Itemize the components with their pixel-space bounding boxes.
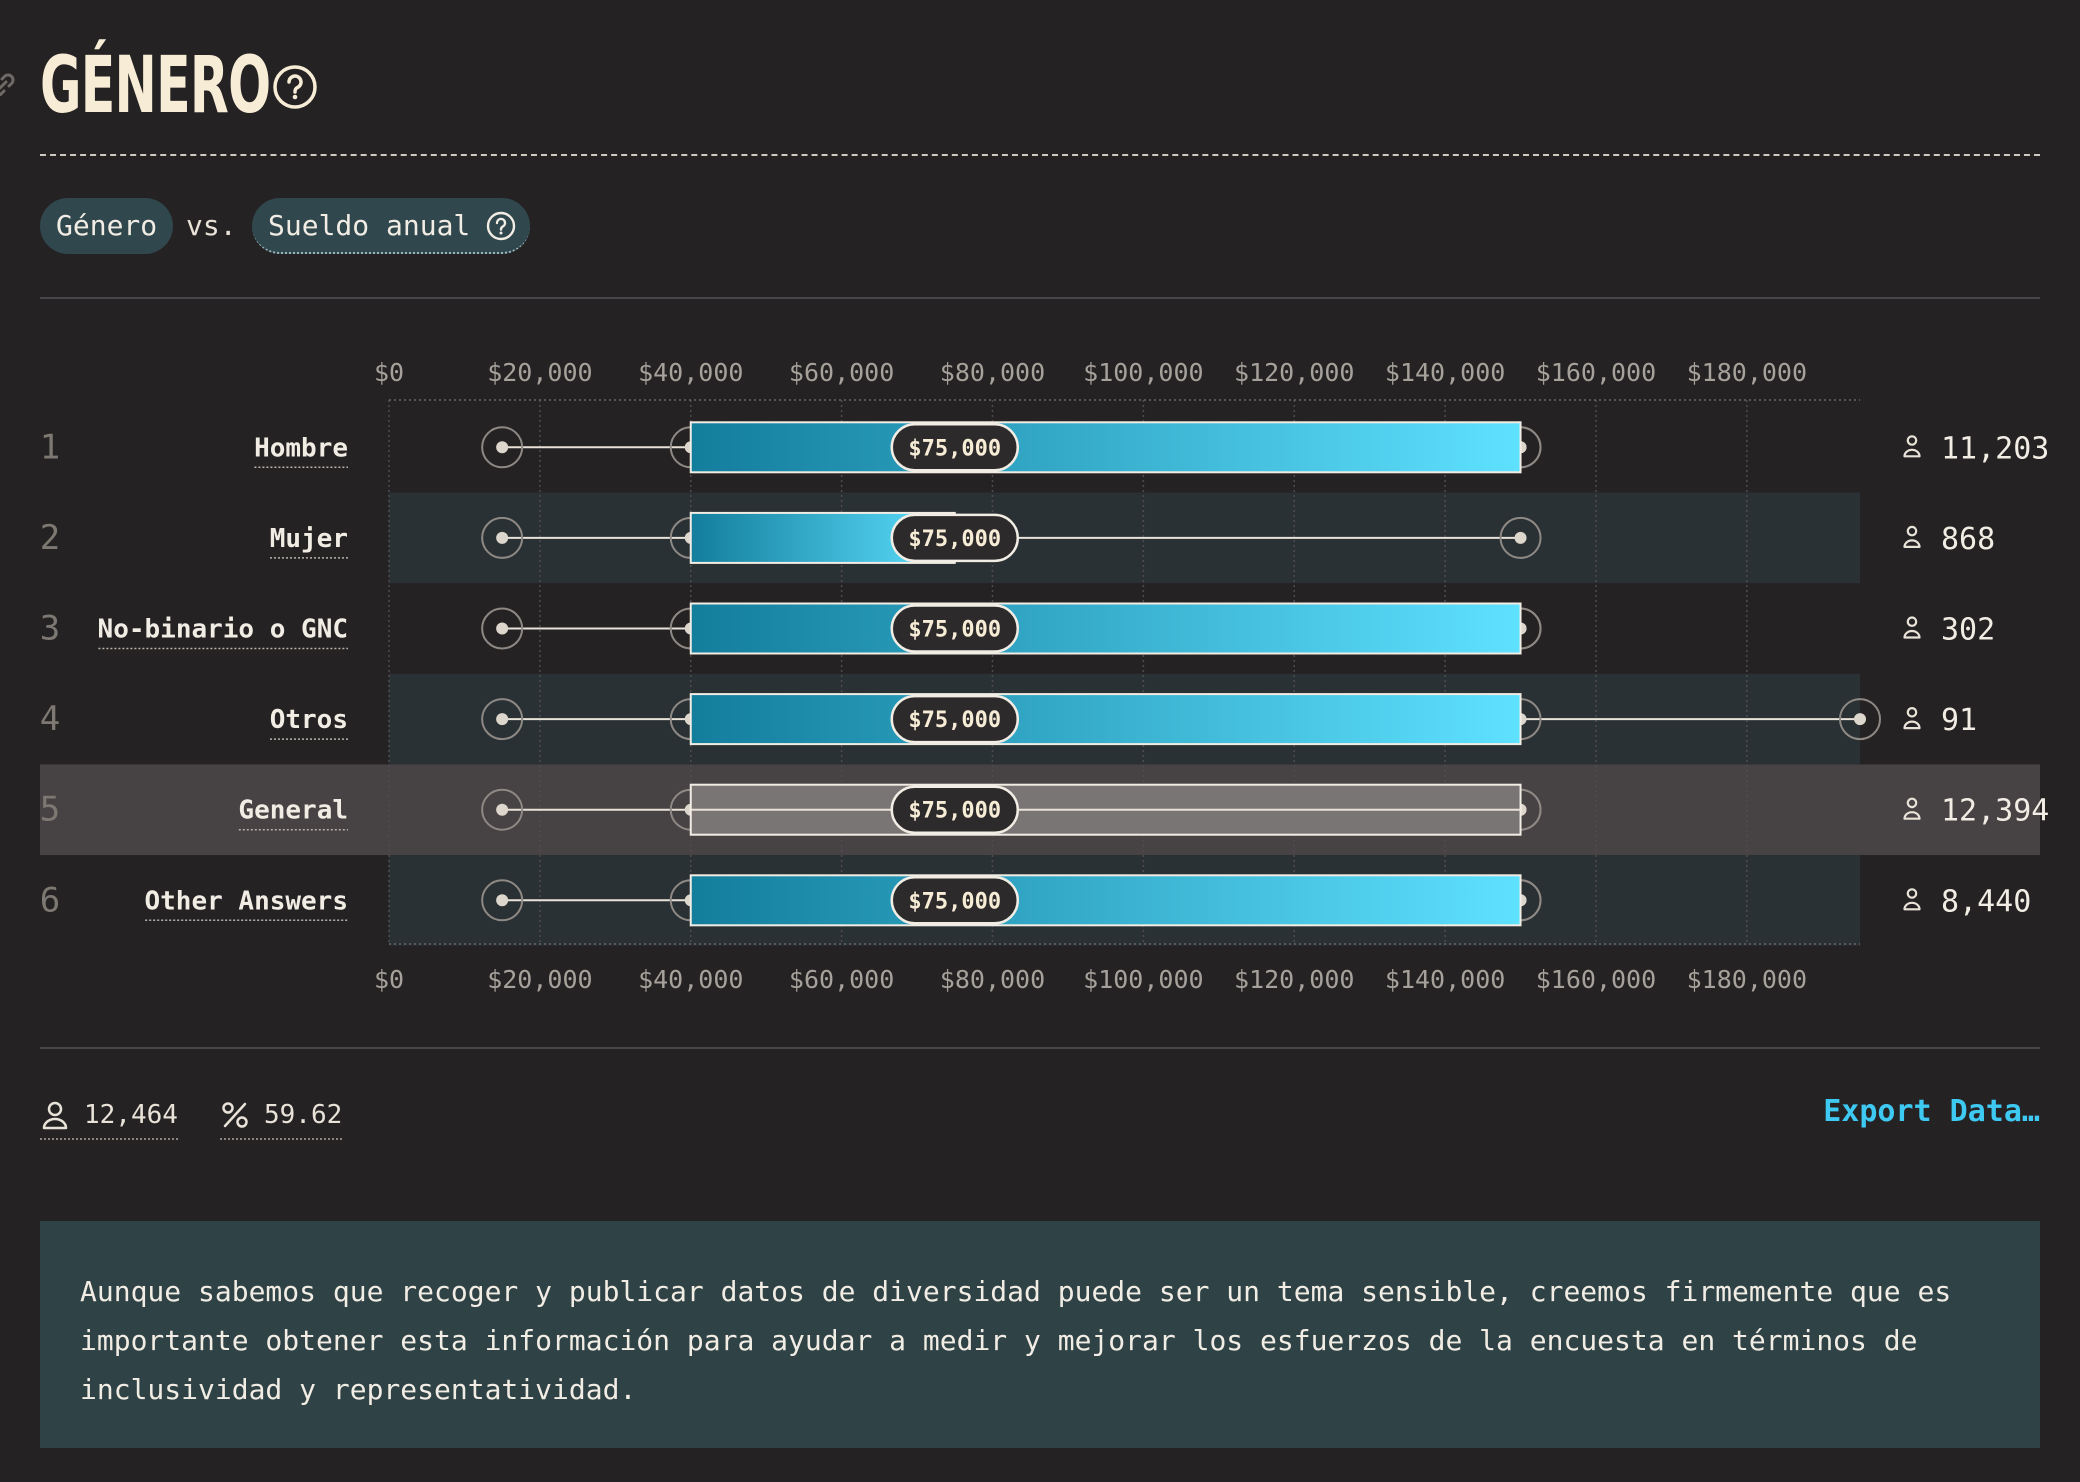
- x-tick-label-bottom: $100,000: [1083, 965, 1203, 994]
- respondent-count[interactable]: 12,464: [40, 1092, 178, 1140]
- page-title: GÉNERO: [40, 41, 271, 131]
- person-icon: [1903, 616, 1921, 639]
- x-tick-label-bottom: $80,000: [940, 965, 1045, 994]
- median-label: $75,000: [908, 436, 1001, 461]
- vs-label: vs.: [186, 209, 237, 242]
- person-icon-shape: [1903, 616, 1921, 639]
- row-rank: 1: [40, 427, 60, 467]
- x-tick-label-bottom: $160,000: [1536, 965, 1656, 994]
- diversity-note-text: Aunque sabemos que recoger y publicar da…: [80, 1275, 1952, 1406]
- median-label: $75,000: [908, 799, 1001, 824]
- category-label[interactable]: General: [238, 796, 348, 826]
- variable-chip-salary-label: Sueldo anual: [268, 209, 471, 242]
- person-icon-shape: [1903, 435, 1921, 458]
- category-label[interactable]: No-binario o GNC: [98, 615, 348, 645]
- median-label: $75,000: [908, 527, 1001, 552]
- median-label: $75,000: [908, 618, 1001, 643]
- median-label: $75,000: [908, 708, 1001, 733]
- iqr-bar[interactable]: [689, 602, 1522, 655]
- person-icon: [1903, 888, 1921, 911]
- x-tick-label-top: $0: [374, 358, 404, 387]
- response-percentage-value: 59.62: [264, 1100, 343, 1130]
- row-count: 868: [1941, 522, 1995, 557]
- diversity-note: Aunque sabemos que recoger y publicar da…: [40, 1221, 2040, 1448]
- person-icon-shape: [1903, 888, 1921, 911]
- title-divider: [40, 154, 2040, 156]
- median-label: $75,000: [908, 889, 1001, 914]
- x-tick-label-bottom: $60,000: [789, 965, 894, 994]
- x-tick-label-top: $160,000: [1536, 358, 1656, 387]
- category-label[interactable]: Mujer: [270, 524, 348, 554]
- chart-row: 3 No-binario o GNC $75,000 302: [40, 602, 1995, 655]
- row-count: 11,203: [1941, 431, 2049, 466]
- salary-by-gender-chart: $0 $0 $20,000 $20,000 $40,000 $40,000 $60,000 $…: [40, 358, 2050, 994]
- whisker-endpoint-dot: [1514, 531, 1527, 544]
- whisker-endpoint-dot: [496, 713, 509, 726]
- help-icon[interactable]: [272, 64, 318, 110]
- row-rank: 2: [40, 518, 60, 558]
- chart-divider: [40, 1047, 2040, 1049]
- x-tick-label-top: $100,000: [1083, 358, 1203, 387]
- x-tick-label-bottom: $180,000: [1687, 965, 1807, 994]
- response-percentage[interactable]: 59.62: [220, 1092, 343, 1140]
- row-count: 91: [1941, 703, 1977, 738]
- row-count: 8,440: [1941, 884, 2031, 919]
- anchor-link-icon[interactable]: [0, 70, 18, 100]
- row-count: 12,394: [1941, 794, 2049, 829]
- iqr-bar[interactable]: [689, 421, 1522, 474]
- x-tick-label-bottom: $20,000: [487, 965, 592, 994]
- help-icon[interactable]: [486, 211, 516, 241]
- x-tick-label-top: $80,000: [940, 358, 1045, 387]
- person-icon: [1903, 435, 1921, 458]
- iqr-bar[interactable]: [689, 693, 1522, 746]
- x-tick-label-bottom: $140,000: [1385, 965, 1505, 994]
- whisker-endpoint-dot: [496, 441, 509, 454]
- respondent-count-value: 12,464: [84, 1100, 178, 1130]
- x-tick-label-top: $180,000: [1687, 358, 1807, 387]
- row-rank: 6: [40, 880, 60, 920]
- whisker-endpoint-dot: [496, 894, 509, 907]
- iqr-bar[interactable]: [689, 874, 1522, 927]
- variable-chip-salary[interactable]: Sueldo anual: [252, 198, 531, 254]
- x-tick-label-top: $40,000: [638, 358, 743, 387]
- x-tick-label-bottom: $120,000: [1234, 965, 1354, 994]
- person-icon-shape: [1903, 706, 1921, 730]
- whisker-endpoint-dot: [496, 803, 509, 816]
- person-icon: [42, 1101, 68, 1130]
- x-tick-label-bottom: $0: [374, 965, 404, 994]
- row-rank: 5: [40, 790, 60, 830]
- whisker-endpoint-dot: [496, 531, 509, 544]
- person-icon: [1903, 525, 1921, 549]
- category-label[interactable]: Other Answers: [145, 886, 349, 916]
- person-icon: [1903, 706, 1921, 730]
- row-rank: 3: [40, 609, 60, 649]
- row-rank: 4: [40, 699, 60, 739]
- row-count: 302: [1941, 613, 1995, 648]
- x-tick-label-top: $20,000: [487, 358, 592, 387]
- export-data-link[interactable]: Export Data…: [1823, 1094, 2040, 1129]
- whisker-endpoint-dot: [496, 622, 509, 635]
- whisker-endpoint-dot: [1854, 713, 1866, 726]
- x-tick-label-top: $120,000: [1234, 358, 1354, 387]
- category-label[interactable]: Otros: [270, 705, 348, 735]
- controls-divider: [40, 297, 2040, 299]
- chart-row: 1 Hombre $75,000 11,203: [40, 421, 2049, 474]
- category-label[interactable]: Hombre: [254, 433, 348, 463]
- variable-chip-gender[interactable]: Género: [40, 198, 174, 254]
- x-tick-label-top: $60,000: [789, 358, 894, 387]
- person-icon-shape: [1903, 525, 1921, 549]
- x-tick-label-bottom: $40,000: [638, 965, 743, 994]
- x-tick-label-top: $140,000: [1385, 358, 1505, 387]
- percent-icon: [222, 1102, 248, 1128]
